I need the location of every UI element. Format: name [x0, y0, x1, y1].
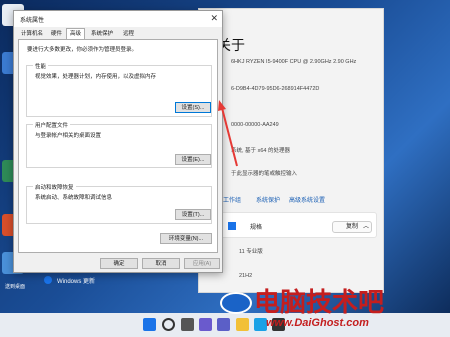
start-icon[interactable] — [143, 318, 156, 331]
search-icon[interactable] — [162, 318, 175, 331]
watermark-logo — [220, 292, 252, 314]
file-explorer-icon[interactable] — [236, 318, 249, 331]
chat-icon[interactable] — [217, 318, 230, 331]
widgets-icon[interactable] — [199, 318, 212, 331]
watermark-text: 电脑技术吧 — [254, 288, 385, 318]
task-view-icon[interactable] — [181, 318, 194, 331]
watermark-url: www.DaiGhost.com — [266, 317, 369, 329]
